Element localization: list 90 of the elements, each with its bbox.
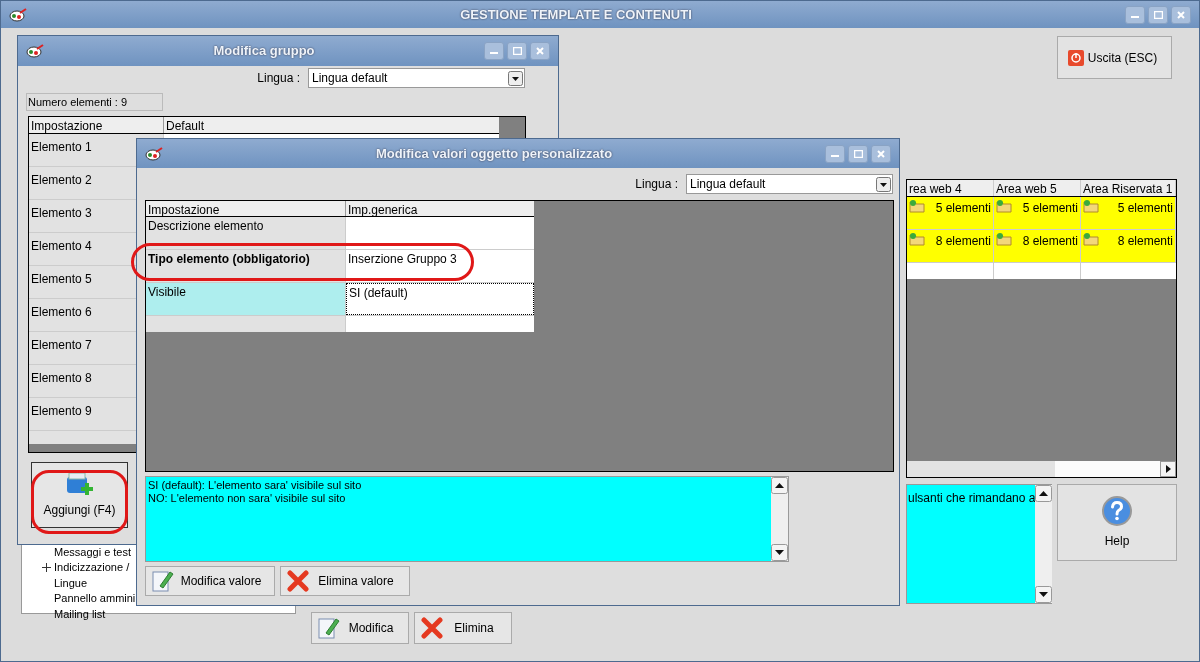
folder-icon <box>996 232 1012 246</box>
delete-x-icon <box>287 570 309 592</box>
help-icon <box>1102 495 1132 526</box>
language-dropdown[interactable]: Lingua default <box>686 174 893 194</box>
add-button[interactable]: Aggiungi (F4) <box>31 462 128 528</box>
scroll-up-icon[interactable] <box>1035 485 1053 502</box>
maximize-button[interactable] <box>507 42 527 60</box>
scroll-down-icon[interactable] <box>771 544 788 561</box>
maximize-icon <box>853 149 863 158</box>
scroll-down-icon[interactable] <box>1035 586 1053 603</box>
column-header: Impostazione <box>146 201 346 216</box>
vertical-scrollbar[interactable] <box>1035 485 1053 603</box>
description-text: ulsanti che rimandano a <box>907 490 1036 507</box>
column-header: Area Riservata 1 <box>1081 180 1176 196</box>
folder-icon <box>996 199 1012 213</box>
table-cell: Visibile <box>148 285 186 299</box>
info-text: SI (default): L'elemento sara' visibile sul sito <box>148 479 363 492</box>
table-cell-text: 8 elementi <box>1117 233 1173 250</box>
info-text: NO: L'elemento non sara' visibile sul sito <box>148 492 347 505</box>
app-logo-icon <box>9 7 27 22</box>
language-dropdown[interactable]: Lingua default <box>308 68 525 88</box>
element-count: Numero elementi : 9 <box>26 93 163 111</box>
table-cell: Descrizione elemento <box>148 219 264 233</box>
delete-button[interactable]: Elimina <box>414 612 512 644</box>
close-button[interactable] <box>871 144 891 163</box>
table-cell: Elemento 3 <box>31 206 92 220</box>
table-cell: Elemento 7 <box>31 338 92 352</box>
app-logo-icon <box>145 146 163 161</box>
close-button[interactable] <box>1171 5 1191 24</box>
tree-item[interactable]: Pannello ammini <box>54 590 136 607</box>
table-cell-text: 8 elementi <box>935 233 991 250</box>
table-cell: Elemento 2 <box>31 173 92 187</box>
power-icon <box>1068 49 1084 66</box>
maximize-icon <box>1153 10 1163 19</box>
expand-plus-icon[interactable] <box>42 562 51 572</box>
window-title: GESTIONE TEMPLATE E CONTENUTI <box>459 5 693 24</box>
exit-button[interactable]: Uscita (ESC) <box>1057 36 1172 79</box>
table-cell-text: 5 elementi <box>935 200 991 217</box>
delete-x-icon <box>421 617 443 639</box>
close-icon <box>536 47 544 55</box>
tree-item[interactable]: Lingue <box>54 574 88 591</box>
column-header: Imp.generica <box>347 202 419 216</box>
table-cell: Elemento 4 <box>31 239 92 253</box>
table-cell: Elemento 9 <box>31 404 92 418</box>
scroll-right-icon[interactable] <box>1160 461 1176 477</box>
minimize-button[interactable] <box>1125 5 1145 24</box>
table-cell-text: 5 elementi <box>1022 200 1078 217</box>
pencil-document-icon <box>152 569 174 593</box>
tree-item[interactable]: Messaggi e test <box>54 543 132 560</box>
column-header: Impostazione <box>29 117 164 133</box>
table-cell-text: 8 elementi <box>1022 233 1078 250</box>
minimize-button[interactable] <box>825 144 845 163</box>
table-cell: Elemento 1 <box>31 140 92 154</box>
pencil-document-icon <box>318 616 340 640</box>
table-cell: Elemento 5 <box>31 272 92 286</box>
box-plus-icon <box>64 471 95 497</box>
column-header: rea web 4 <box>907 180 994 196</box>
table-cell-text: 5 elementi <box>1117 200 1173 217</box>
folder-icon <box>1083 199 1099 213</box>
delete-button[interactable]: Elimina valore <box>280 566 410 596</box>
vertical-scrollbar[interactable] <box>771 477 788 561</box>
table-cell: Elemento 8 <box>31 371 92 385</box>
edit-button[interactable]: Modifica valore <box>145 566 275 596</box>
help-button[interactable]: Help <box>1057 484 1177 561</box>
language-label: Lingua : <box>257 70 300 87</box>
window-title: Modifica gruppo <box>212 42 316 61</box>
close-icon <box>877 149 885 158</box>
tree-item[interactable]: Mailing list <box>54 605 106 622</box>
maximize-icon <box>512 47 522 55</box>
folder-icon <box>909 232 925 246</box>
close-icon <box>1177 10 1185 19</box>
maximize-button[interactable] <box>848 144 868 163</box>
minimize-button[interactable] <box>484 42 504 60</box>
tree-item[interactable]: Indicizzazione / <box>54 559 130 576</box>
table-cell: Elemento 6 <box>31 305 92 319</box>
language-label: Lingua : <box>635 176 678 193</box>
table-cell: Tipo elemento (obbligatorio) <box>148 252 310 266</box>
edit-button[interactable]: Modifica <box>311 612 409 644</box>
column-header: Area web 5 <box>994 180 1081 196</box>
maximize-button[interactable] <box>1148 5 1168 24</box>
scroll-up-icon[interactable] <box>771 477 788 494</box>
table-cell: SI (default) <box>349 286 408 300</box>
column-header: Default <box>165 118 206 133</box>
close-button[interactable] <box>530 42 550 60</box>
folder-icon <box>909 199 925 213</box>
folder-icon <box>1083 232 1099 246</box>
table-cell: Inserzione Gruppo 3 <box>348 252 457 266</box>
horizontal-scrollbar[interactable] <box>907 461 1176 477</box>
app-logo-icon <box>26 44 44 58</box>
window-title: Modifica valori oggetto personalizzato <box>374 144 614 163</box>
